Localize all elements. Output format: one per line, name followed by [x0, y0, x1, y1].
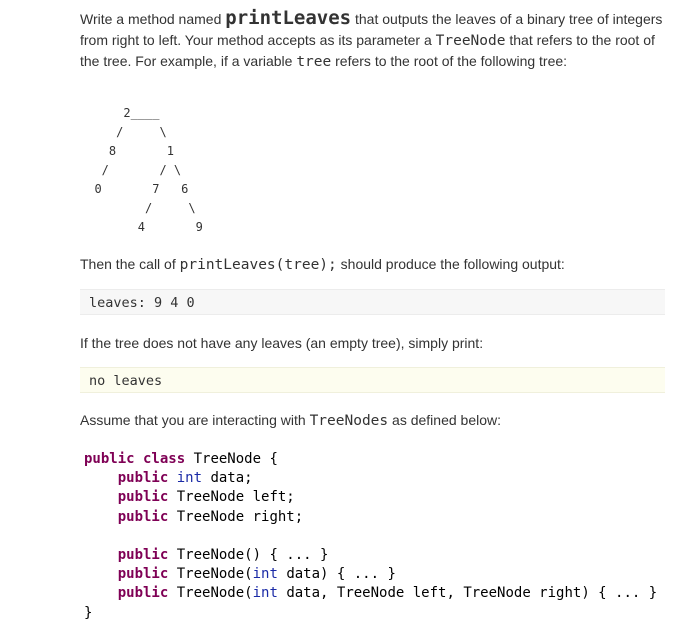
empty-tree-description: If the tree does not have any leaves (an… — [80, 335, 484, 351]
desc-text: should produce the following output: — [336, 256, 565, 272]
code-text: TreeNode( — [168, 585, 253, 602]
code-text: TreeNode() { ... } — [168, 547, 329, 564]
tree-diagram: 2____ / \ 8 1 / / \ 0 7 6 / \ 4 9 — [94, 106, 203, 234]
code-text: } — [84, 604, 93, 621]
call-expression: printLeaves(tree); — [179, 257, 337, 273]
treenode-class-code: public class TreeNode { public int data;… — [84, 450, 657, 623]
type-name: TreeNode — [435, 32, 506, 49]
code-type: int — [252, 585, 278, 602]
code-keyword: public — [117, 489, 169, 506]
code-text: data) { ... } — [277, 566, 396, 583]
code-text: TreeNode { — [185, 451, 278, 467]
code-type: int — [168, 470, 203, 487]
problem-description: Write a method named printLeaves that ou… — [80, 8, 670, 73]
code-text: data, TreeNode left, TreeNode right) { .… — [277, 585, 658, 602]
desc-text: Write a method named — [80, 11, 226, 27]
desc-text: as defined below: — [388, 412, 501, 428]
code-type: int — [252, 566, 278, 583]
desc-text: Assume that you are interacting with — [80, 412, 310, 428]
code-text: data; — [202, 470, 253, 487]
code-text: TreeNode right; — [168, 508, 304, 525]
code-keyword: public — [117, 585, 169, 602]
code-keyword: public — [117, 508, 169, 525]
desc-text: refers to the root of the following tree… — [331, 53, 568, 69]
code-keyword: public — [117, 547, 169, 564]
code-text: TreeNode( — [168, 566, 253, 583]
method-name: printLeaves — [225, 7, 352, 29]
assume-description: Assume that you are interacting with Tre… — [80, 410, 670, 432]
code-keyword: public — [117, 566, 169, 583]
type-name: TreeNodes — [309, 413, 389, 429]
call-description: Then the call of printLeaves(tree); shou… — [80, 254, 670, 276]
expected-output-box: leaves: 9 4 0 — [80, 289, 665, 315]
code-keyword: public class — [84, 451, 186, 467]
code-text: TreeNode left; — [168, 489, 295, 506]
variable-name: tree — [296, 54, 332, 70]
code-keyword: public — [117, 470, 169, 487]
desc-text: Then the call of — [80, 256, 180, 272]
empty-output-box: no leaves — [80, 367, 665, 393]
